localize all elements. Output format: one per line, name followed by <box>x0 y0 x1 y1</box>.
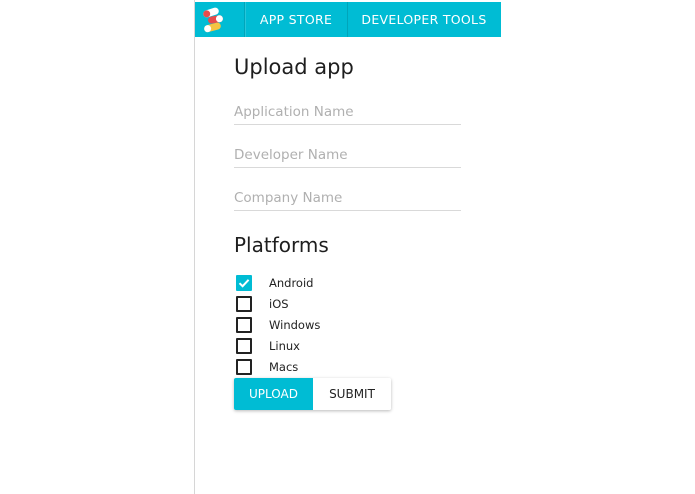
checkbox-unchecked[interactable] <box>236 359 252 375</box>
platform-label-linux: Linux <box>269 339 300 353</box>
app-logo-icon[interactable] <box>195 2 245 37</box>
platform-checkbox-linux[interactable]: Linux <box>236 337 300 355</box>
application-name-input[interactable] <box>234 99 461 125</box>
submit-button[interactable]: SUBMIT <box>313 378 391 410</box>
tab-developer-tools-label: DEVELOPER TOOLS <box>361 12 487 27</box>
checkbox-checked[interactable] <box>236 275 252 291</box>
checkbox-unchecked[interactable] <box>236 317 252 333</box>
platform-checkbox-windows[interactable]: Windows <box>236 316 320 334</box>
platform-label-android: Android <box>269 276 314 290</box>
tab-app-store[interactable]: APP STORE <box>245 2 348 37</box>
form-action-buttons: UPLOAD SUBMIT <box>234 378 391 410</box>
tab-developer-tools[interactable]: DEVELOPER TOOLS <box>348 2 500 37</box>
platform-label-ios: iOS <box>269 297 289 311</box>
tab-app-store-label: APP STORE <box>259 12 333 27</box>
checkbox-unchecked[interactable] <box>236 296 252 312</box>
platforms-heading: Platforms <box>234 233 329 257</box>
check-icon <box>238 279 250 288</box>
developer-name-input[interactable] <box>234 142 461 168</box>
platform-checkbox-android[interactable]: Android <box>236 274 313 292</box>
company-name-input[interactable] <box>234 185 461 211</box>
platform-label-macs: Macs <box>269 360 299 374</box>
page-title: Upload app <box>234 55 354 79</box>
upload-button[interactable]: UPLOAD <box>234 378 313 410</box>
top-navigation-bar: APP STORE DEVELOPER TOOLS <box>195 2 501 37</box>
platform-checkbox-macs[interactable]: Macs <box>236 358 298 376</box>
platform-label-windows: Windows <box>269 318 321 332</box>
platform-checkbox-ios[interactable]: iOS <box>236 295 289 313</box>
checkbox-unchecked[interactable] <box>236 338 252 354</box>
upload-form: Upload app Platforms Android iOS Windows… <box>234 52 494 410</box>
left-divider <box>194 0 195 494</box>
